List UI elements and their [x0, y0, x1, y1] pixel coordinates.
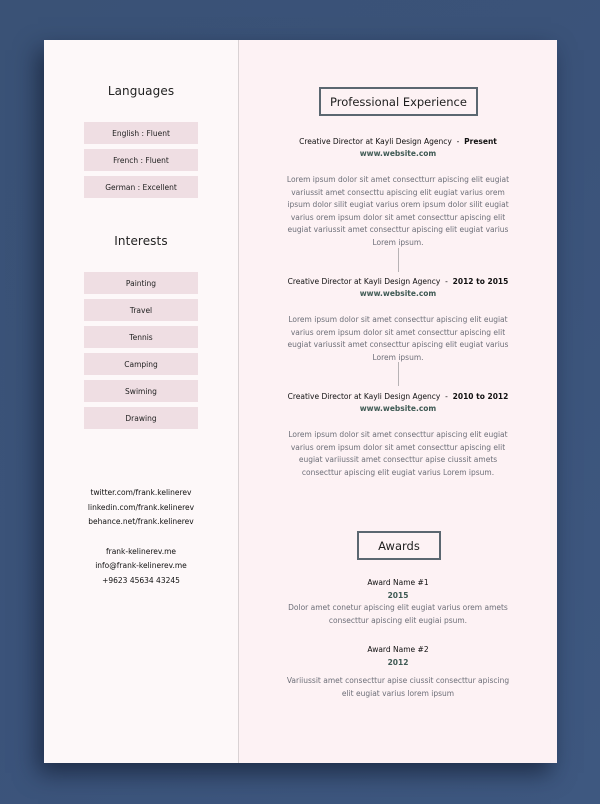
contact-block: twitter.com/frank.kelinerev linkedin.com…	[44, 486, 238, 588]
job-period: Present	[464, 137, 497, 146]
job-title: Creative Director at Kayli Design Agency	[287, 277, 441, 286]
resume-page: Languages English : Fluent French : Flue…	[44, 40, 557, 763]
interest-item: Travel	[84, 299, 198, 321]
award-name: Award Name #2	[367, 645, 429, 654]
job-website-link[interactable]: www.website.com	[239, 288, 557, 300]
job-entry: Creative Director at Kayli Design Agency…	[239, 136, 557, 250]
languages-heading: Languages	[107, 84, 175, 98]
job-separator: -	[456, 137, 460, 146]
interest-item: Camping	[84, 353, 198, 375]
behance-link[interactable]: behance.net/frank.kelinerev	[44, 515, 238, 530]
interest-item: Drawing	[84, 407, 198, 429]
job-separator: -	[445, 392, 448, 401]
twitter-link[interactable]: twitter.com/frank.kelinerev	[44, 486, 238, 501]
award-description: Dolor amet conetur apiscing elit eugiat …	[288, 603, 508, 625]
job-description: Lorem ipsum dolor sit amet consecttur ap…	[288, 430, 508, 477]
email-link[interactable]: info@frank-kelinerev.me	[44, 559, 238, 574]
job-title-line: Creative Director at Kayli Design Agency…	[239, 391, 557, 403]
job-title-line: Creative Director at Kayli Design Agency…	[239, 136, 557, 148]
award-year: 2012	[387, 658, 409, 667]
job-description: Lorem ipsum dolor sit amet consectturr a…	[286, 175, 510, 247]
job-entry: Creative Director at Kayli Design Agency…	[239, 391, 557, 479]
website-link[interactable]: frank-kelinerev.me	[44, 545, 238, 560]
award-description: Variiussit amet consecttur apise ciussit…	[286, 676, 510, 698]
job-period: 2012 to 2015	[452, 277, 509, 286]
interests-heading: Interests	[114, 234, 168, 248]
job-separator: -	[445, 277, 448, 286]
interest-item: Painting	[84, 272, 198, 294]
award-name: Award Name #1	[367, 578, 429, 587]
contact-spacer	[44, 530, 238, 545]
award-entry: Award Name #2 2012 Variiussit amet conse…	[239, 643, 557, 700]
timeline-divider	[398, 362, 399, 386]
language-item: French : Fluent	[84, 149, 198, 171]
timeline-divider	[398, 248, 399, 272]
job-title: Creative Director at Kayli Design Agency	[287, 392, 441, 401]
job-description: Lorem ipsum dolor sit amet consecttur ap…	[287, 315, 509, 362]
award-year: 2015	[387, 591, 409, 600]
experience-heading: Professional Experience	[319, 87, 478, 116]
job-website-link[interactable]: www.website.com	[239, 148, 557, 160]
languages-list: English : Fluent French : Fluent German …	[84, 122, 198, 203]
phone-number: +9623 45634 43245	[102, 575, 180, 585]
linkedin-link[interactable]: linkedin.com/frank.kelinerev	[44, 501, 238, 516]
job-title: Creative Director at Kayli Design Agency	[299, 137, 452, 146]
language-item: German : Excellent	[84, 176, 198, 198]
awards-heading: Awards	[357, 531, 441, 560]
job-period: 2010 to 2012	[452, 392, 509, 401]
language-item: English : Fluent	[84, 122, 198, 144]
interest-item: Tennis	[84, 326, 198, 348]
sidebar: Languages English : Fluent French : Flue…	[44, 40, 239, 763]
job-entry: Creative Director at Kayli Design Agency…	[239, 276, 557, 364]
job-website-link[interactable]: www.website.com	[239, 403, 557, 415]
award-entry: Award Name #1 2015 Dolor amet conetur ap…	[239, 576, 557, 627]
job-title-line: Creative Director at Kayli Design Agency…	[239, 276, 557, 288]
main-content: Professional Experience Creative Directo…	[239, 40, 557, 763]
interests-list: Painting Travel Tennis Camping Swiming D…	[84, 272, 198, 434]
interest-item: Swiming	[84, 380, 198, 402]
